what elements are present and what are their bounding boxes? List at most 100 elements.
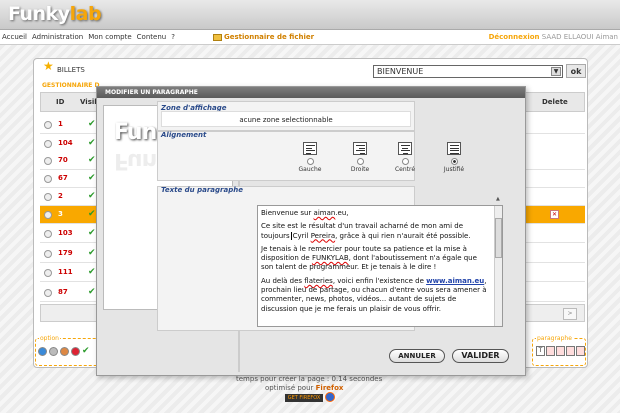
image-center-icon[interactable]	[556, 346, 565, 356]
billet-select-value: BIENVENUE	[377, 67, 424, 76]
row-radio[interactable]	[44, 140, 52, 148]
modal-title[interactable]: MODIFIER UN PARAGRAPHE	[97, 87, 525, 98]
delete-icon[interactable]: ✕	[550, 210, 559, 219]
scroll-up-icon[interactable]: ▲	[496, 196, 500, 202]
row-id: 179	[58, 249, 73, 257]
firefox-link[interactable]: Firefox	[316, 384, 344, 392]
visible-check-icon[interactable]: ✔	[88, 155, 96, 165]
paragraphe-icons: T	[536, 346, 586, 356]
visible-check-icon[interactable]: ✔	[88, 191, 96, 201]
delete-icon[interactable]	[71, 347, 80, 356]
option-icons: ✔	[38, 347, 90, 356]
row-radio[interactable]	[44, 289, 52, 297]
align-radio[interactable]	[356, 158, 364, 165]
align-label: Gauche	[298, 166, 322, 173]
row-radio[interactable]	[44, 211, 52, 219]
cancel-button[interactable]: ANNULER	[389, 349, 445, 363]
visible-check-icon[interactable]: ✔	[88, 287, 96, 297]
menu-item-contenu[interactable]: Contenu	[137, 33, 167, 41]
visible-check-icon[interactable]: ✔	[88, 173, 96, 183]
row-id: 104	[58, 139, 73, 147]
text-icon[interactable]: T	[536, 346, 545, 356]
align-label: Justifié	[443, 166, 465, 173]
align-option[interactable]: Gauche	[290, 142, 330, 173]
image-right-icon[interactable]	[566, 346, 575, 356]
footer-optimized-label: optimisé pour	[265, 384, 314, 392]
refresh-icon[interactable]	[38, 347, 47, 356]
menu-item-help[interactable]: ?	[171, 33, 175, 41]
edit-icon[interactable]	[49, 347, 58, 356]
option-label: option	[39, 335, 60, 342]
visible-check-icon[interactable]: ✔	[88, 267, 96, 277]
footer-timing: temps pour créer la page : 0.14 secondes	[236, 375, 383, 383]
menu-item-accueil[interactable]: Accueil	[2, 33, 27, 41]
row-id: 2	[58, 192, 63, 200]
row-id: 1	[58, 120, 63, 128]
visible-check-icon[interactable]: ✔	[88, 248, 96, 258]
align-label: Alignement	[161, 131, 207, 139]
row-radio[interactable]	[44, 250, 52, 258]
align-label: Droite	[350, 166, 370, 173]
row-radio[interactable]	[44, 193, 52, 201]
file-manager-link[interactable]: Gestionnaire de fichier	[213, 33, 314, 41]
align-0-icon[interactable]	[303, 142, 317, 155]
row-radio[interactable]	[44, 230, 52, 238]
align-2-icon[interactable]	[398, 142, 412, 155]
manager-label: GESTIONNAIRE D	[42, 82, 100, 89]
next-page-button[interactable]: >	[563, 308, 577, 320]
row-radio[interactable]	[44, 157, 52, 165]
paragraph-textarea[interactable]: Bienvenue sur aiman.eu, Ce site est le r…	[257, 205, 503, 327]
align-3-icon[interactable]	[447, 142, 461, 155]
billets-title: BILLETS	[57, 66, 85, 74]
row-id: 87	[58, 288, 68, 296]
firefox-icon	[325, 392, 335, 402]
app-logo[interactable]: Funkylab	[8, 3, 102, 25]
billet-select[interactable]: BIENVENUE ▼	[373, 65, 563, 78]
star-icon: ★	[43, 59, 54, 73]
folder-icon	[213, 33, 222, 41]
footer-optimized: optimisé pour Firefox	[265, 384, 343, 392]
row-radio[interactable]	[44, 175, 52, 183]
paragraph-text: Bienvenue sur aiman.eu, Ce site est le r…	[261, 209, 487, 313]
align-radio[interactable]	[306, 158, 314, 165]
move-icon[interactable]	[60, 347, 69, 356]
visible-check-icon[interactable]: ✔	[88, 228, 96, 238]
ok-button[interactable]: ok	[566, 64, 586, 78]
check-icon[interactable]: ✔	[82, 347, 90, 356]
user-name: SAAD ELLAOUI Aiman	[541, 33, 618, 41]
visible-check-icon[interactable]: ✔	[88, 138, 96, 148]
image-block-icon[interactable]	[576, 346, 585, 356]
align-option[interactable]: Droite	[340, 142, 380, 173]
text-label: Texte du paragraphe	[161, 186, 243, 194]
align-radio[interactable]	[450, 158, 458, 165]
row-id: 3	[58, 210, 63, 218]
top-bar: Funkylab	[0, 0, 620, 30]
textarea-scroll-thumb[interactable]	[495, 218, 502, 258]
menu-item-administration[interactable]: Administration	[32, 33, 83, 41]
image-left-icon[interactable]	[546, 346, 555, 356]
align-radio[interactable]	[401, 158, 409, 165]
logout-area: Déconnexion SAAD ELLAOUI Aiman	[489, 33, 618, 41]
row-id: 70	[58, 156, 68, 164]
textarea-scrollbar[interactable]	[494, 206, 502, 326]
validate-button[interactable]: VALIDER	[452, 349, 509, 363]
column-id: ID	[56, 98, 65, 106]
visible-check-icon[interactable]: ✔	[88, 209, 96, 219]
chevron-down-icon[interactable]: ▼	[551, 67, 561, 76]
zone-value: acune zone selectionnable	[161, 111, 411, 127]
row-radio[interactable]	[44, 121, 52, 129]
visible-check-icon[interactable]: ✔	[88, 119, 96, 129]
file-manager-label: Gestionnaire de fichier	[224, 33, 315, 41]
logo-accent: lab	[69, 3, 102, 25]
paragraphe-label: paragraphe	[536, 335, 573, 342]
get-firefox-badge[interactable]: GET FIREFOX	[285, 394, 323, 402]
align-1-icon[interactable]	[353, 142, 367, 155]
align-label: Centré	[394, 166, 416, 173]
row-id: 67	[58, 174, 68, 182]
row-id: 111	[58, 268, 73, 276]
align-option[interactable]: Centré	[385, 142, 425, 173]
menu-item-mon-compte[interactable]: Mon compte	[88, 33, 131, 41]
row-radio[interactable]	[44, 269, 52, 277]
align-option[interactable]: Justifié	[434, 142, 474, 173]
logout-link[interactable]: Déconnexion	[489, 33, 540, 41]
